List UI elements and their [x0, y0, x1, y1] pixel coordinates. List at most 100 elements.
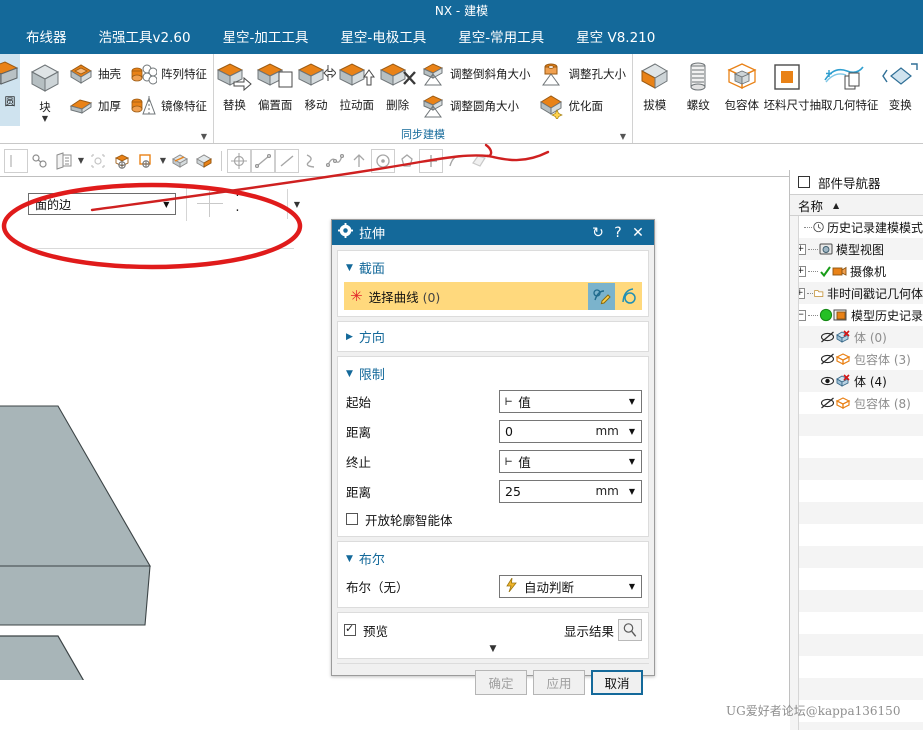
extrude-dialog[interactable]: 拉伸 ↻ ? ✕ ▼ 截面 ✳ 选择曲线 (0) ▶ 方向 ▼ 限制 起始 ⊢ …: [331, 219, 655, 695]
magnifier-icon[interactable]: [618, 619, 642, 641]
ribbon-button-extract-geometry[interactable]: 抽取几何特征: [810, 54, 879, 126]
boolean-header[interactable]: ▼ 布尔: [344, 546, 642, 573]
ribbon-button-mirror-feature[interactable]: 镜像特征: [127, 90, 213, 122]
vector-icon[interactable]: [347, 149, 371, 173]
ribbon-button-shell[interactable]: 抽壳: [66, 58, 127, 90]
close-icon[interactable]: ✕: [628, 225, 648, 241]
tab-xingkong-electrode[interactable]: 星空-电极工具: [324, 22, 442, 54]
spline-icon[interactable]: [299, 149, 323, 173]
cancel-button[interactable]: 取消: [591, 670, 643, 695]
plane-icon[interactable]: [467, 149, 491, 173]
limits-header[interactable]: ▼ 限制: [344, 361, 642, 388]
navigator-scrollbar[interactable]: [790, 216, 799, 730]
help-icon[interactable]: ?: [608, 225, 628, 241]
tab-xingkong-common[interactable]: 星空-常用工具: [442, 22, 560, 54]
circle-center-icon[interactable]: [371, 148, 395, 173]
move-object-icon[interactable]: [110, 149, 134, 173]
boolean-combo[interactable]: 自动判断 ▼: [499, 574, 642, 598]
open-profile-checkbox-row[interactable]: 开放轮廓智能体: [344, 508, 642, 530]
caret-down-2-icon[interactable]: ▼: [158, 156, 168, 165]
tree-row-camera[interactable]: + 摄像机: [790, 260, 923, 282]
chevron-down-icon[interactable]: ▼: [629, 457, 639, 466]
graphics-viewport[interactable]: [0, 230, 330, 680]
arc-icon[interactable]: [443, 149, 467, 173]
toolbar-partial-icon[interactable]: [4, 148, 28, 173]
tree-row-body-0[interactable]: 体 (0): [790, 326, 923, 348]
tree-row-body-4[interactable]: 体 (4): [790, 370, 923, 392]
ribbon-button-block[interactable]: 块 ▼: [24, 54, 66, 126]
ribbon-button-pattern-feature[interactable]: 阵列特征: [127, 58, 213, 90]
curve-icon[interactable]: [615, 282, 642, 310]
ribbon-button-pull-face[interactable]: 拉动面: [336, 54, 377, 126]
direction-header[interactable]: ▶ 方向: [344, 326, 642, 347]
ribbon-button-partial-left[interactable]: 圆: [0, 54, 20, 126]
line-2-icon[interactable]: [275, 148, 299, 173]
selection-overflow-chevron-icon[interactable]: ▼: [294, 200, 300, 209]
reset-icon[interactable]: ↻: [588, 225, 608, 241]
selection-more-button[interactable]: · · ·: [235, 189, 273, 219]
tab-xingkong-version[interactable]: 星空 V8.210: [560, 22, 671, 54]
section-header[interactable]: ▼ 截面: [344, 255, 642, 282]
chevron-down-icon[interactable]: ▼: [42, 115, 48, 123]
polygon-icon[interactable]: [395, 149, 419, 173]
ribbon-button-bounding-body[interactable]: 包容体: [720, 54, 764, 126]
line-icon[interactable]: [251, 148, 275, 173]
sort-ascending-icon[interactable]: ▲: [833, 201, 839, 210]
limit-start-combo[interactable]: ⊢ 值 ▼: [499, 389, 642, 413]
limit-end-distance-field[interactable]: 25 mm ▼: [499, 479, 642, 503]
render-style-icon[interactable]: [192, 149, 216, 173]
direction-panel[interactable]: ▶ 方向: [337, 321, 649, 352]
limit-end-combo[interactable]: ⊢ 值 ▼: [499, 449, 642, 473]
tree-row-bounding-body-8[interactable]: 包容体 (8): [790, 392, 923, 414]
tree-row-history-mode[interactable]: 历史记录建模模式: [790, 216, 923, 238]
chevron-down-icon[interactable]: ▼: [629, 427, 639, 436]
apply-button[interactable]: 应用: [533, 670, 585, 695]
tree-row-bounding-body-3[interactable]: 包容体 (3): [790, 348, 923, 370]
snap-grid-icon[interactable]: [197, 191, 224, 217]
navigator-tree[interactable]: 历史记录建模模式 + 模型视图 + 摄像机 + 非时间戳记几何体 − 模型历史记…: [790, 216, 923, 730]
datum-csys-icon[interactable]: [134, 149, 158, 173]
ok-button[interactable]: 确定: [475, 670, 527, 695]
snap-point-icon[interactable]: [28, 149, 52, 173]
sketch-edit-icon[interactable]: [588, 282, 615, 310]
chevron-down-icon[interactable]: ▼: [163, 200, 173, 209]
ribbon-button-draft[interactable]: 拔模: [633, 54, 677, 126]
dialog-expander-icon[interactable]: ▼: [344, 641, 642, 656]
sketch-origin-icon[interactable]: [227, 148, 251, 173]
tab-buxianqi[interactable]: 布线器: [10, 22, 83, 54]
ribbon-button-replace-face[interactable]: 替换: [214, 54, 255, 126]
ribbon-button-optimize-face[interactable]: 优化面: [536, 90, 632, 122]
tab-xingkong-machining[interactable]: 星空-加工工具: [207, 22, 325, 54]
ribbon-button-thicken[interactable]: 加厚: [66, 90, 127, 122]
ribbon-button-delete-face[interactable]: 删除: [377, 54, 418, 126]
chevron-down-icon[interactable]: ▼: [629, 397, 639, 406]
preview-checkbox[interactable]: [344, 622, 356, 636]
studio-spline-icon[interactable]: [323, 149, 347, 173]
plus-icon[interactable]: [419, 148, 443, 173]
tree-row-non-timestamp-geometry[interactable]: + 非时间戳记几何体: [790, 282, 923, 304]
caret-down-icon[interactable]: ▼: [76, 156, 86, 165]
ribbon-group-expand-1-icon[interactable]: ▼: [201, 132, 207, 141]
chevron-down-icon[interactable]: ▼: [629, 487, 639, 496]
open-profile-checkbox[interactable]: [346, 513, 358, 525]
select-curve-row[interactable]: ✳ 选择曲线 (0): [344, 282, 642, 310]
ribbon-button-resize-chamfer[interactable]: 调整倒斜角大小: [418, 58, 537, 90]
layer-settings-icon[interactable]: [52, 149, 76, 173]
limit-start-distance-field[interactable]: 0 mm ▼: [499, 419, 642, 443]
ribbon-button-thread[interactable]: 螺纹: [677, 54, 721, 126]
tab-haoqiang-tools[interactable]: 浩强工具v2.60: [83, 22, 207, 54]
panel-pin-icon[interactable]: [798, 176, 810, 188]
ribbon-button-move-face[interactable]: 移动: [296, 54, 337, 126]
chevron-down-icon[interactable]: ▼: [629, 582, 639, 591]
ribbon-group-expand-2-icon[interactable]: ▼: [620, 132, 626, 141]
shade-icon[interactable]: [168, 149, 192, 173]
wcs-icon[interactable]: [86, 149, 110, 173]
dialog-title-bar[interactable]: 拉伸 ↻ ? ✕: [332, 220, 654, 245]
selection-scope-combo[interactable]: 面的边 ▼: [28, 193, 177, 215]
ribbon-button-transform[interactable]: 变换: [879, 54, 923, 126]
ribbon-button-offset-face[interactable]: 偏置面: [255, 54, 296, 126]
ribbon-button-blank-size[interactable]: 坯料尺寸: [764, 54, 810, 126]
ribbon-button-resize-hole[interactable]: 调整孔大小: [536, 58, 632, 90]
ribbon-button-resize-blend[interactable]: 调整圆角大小: [418, 90, 537, 122]
navigator-column-header[interactable]: 名称 ▲: [790, 194, 923, 216]
